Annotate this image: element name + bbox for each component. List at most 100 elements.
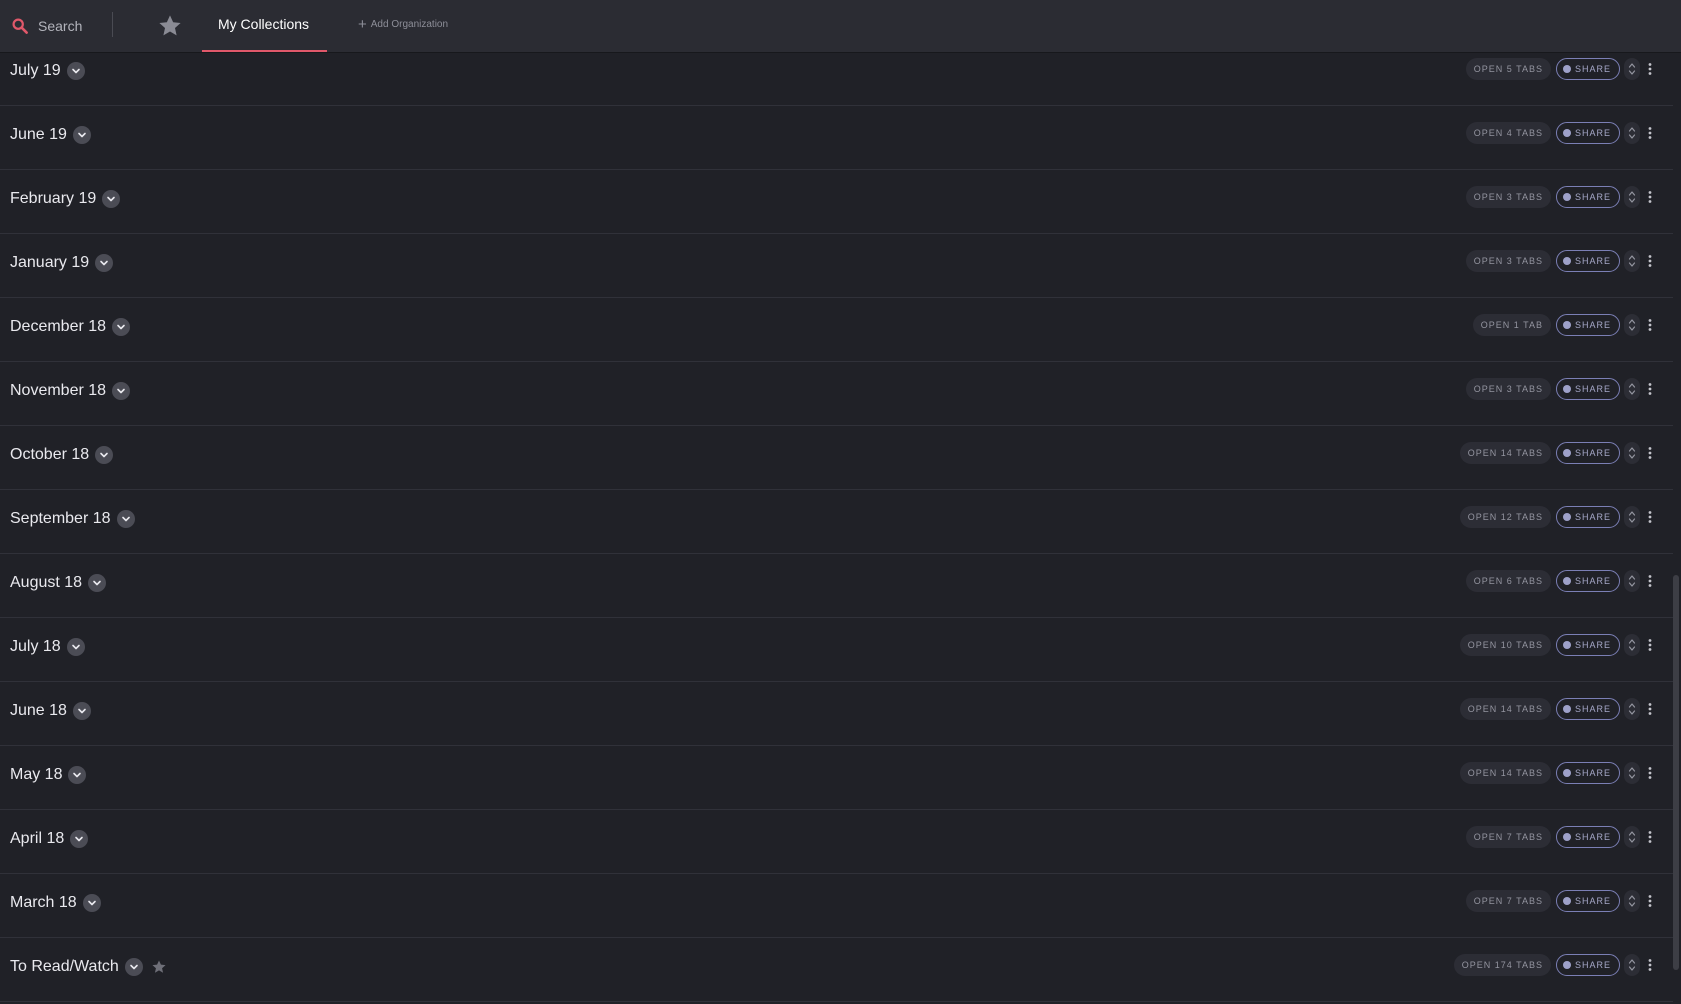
- reorder-button[interactable]: [1624, 250, 1640, 272]
- more-options-button[interactable]: [1643, 890, 1657, 912]
- expand-collection-button[interactable]: [82, 894, 101, 912]
- open-tabs-button[interactable]: OPEN 14 TABS: [1459, 442, 1551, 464]
- more-options-button[interactable]: [1643, 250, 1657, 272]
- reorder-button[interactable]: [1624, 954, 1640, 976]
- reorder-button[interactable]: [1624, 442, 1640, 464]
- expand-collection-button[interactable]: [88, 574, 107, 592]
- open-tabs-button[interactable]: OPEN 10 TABS: [1459, 634, 1551, 656]
- share-toggle-button[interactable]: SHARE: [1555, 826, 1620, 848]
- open-tabs-button[interactable]: OPEN 6 TABS: [1465, 570, 1551, 592]
- expand-collection-button[interactable]: [95, 254, 114, 272]
- open-tabs-button[interactable]: OPEN 7 TABS: [1465, 890, 1551, 912]
- reorder-button[interactable]: [1624, 890, 1640, 912]
- share-toggle-dot: [1562, 897, 1571, 905]
- collection-title[interactable]: June 18: [10, 702, 67, 720]
- collection-title[interactable]: September 18: [10, 510, 111, 528]
- expand-collection-button[interactable]: [66, 62, 85, 80]
- open-tabs-button[interactable]: OPEN 7 TABS: [1465, 826, 1551, 848]
- open-tabs-button[interactable]: OPEN 3 TABS: [1465, 186, 1551, 208]
- reorder-button[interactable]: [1624, 186, 1640, 208]
- open-tabs-button[interactable]: OPEN 5 TABS: [1465, 58, 1551, 80]
- share-toggle-button[interactable]: SHARE: [1555, 442, 1620, 464]
- share-toggle-button[interactable]: SHARE: [1555, 954, 1620, 976]
- open-tabs-button[interactable]: OPEN 12 TABS: [1459, 506, 1551, 528]
- expand-collection-button[interactable]: [72, 126, 91, 144]
- more-options-button[interactable]: [1643, 442, 1657, 464]
- collection-title[interactable]: May 18: [10, 766, 62, 784]
- more-options-button[interactable]: [1643, 314, 1657, 336]
- more-options-button[interactable]: [1643, 698, 1657, 720]
- collection-title[interactable]: December 18: [10, 318, 106, 336]
- open-tabs-button[interactable]: OPEN 14 TABS: [1459, 762, 1551, 784]
- more-options-button[interactable]: [1643, 826, 1657, 848]
- collection-title[interactable]: March 18: [10, 894, 77, 912]
- share-toggle-button[interactable]: SHARE: [1555, 570, 1620, 592]
- more-options-button[interactable]: [1643, 570, 1657, 592]
- share-toggle-button[interactable]: SHARE: [1555, 122, 1620, 144]
- reorder-button[interactable]: [1624, 378, 1640, 400]
- more-options-button[interactable]: [1643, 762, 1657, 784]
- tab-favorites[interactable]: [157, 13, 183, 39]
- share-toggle-button[interactable]: SHARE: [1555, 186, 1620, 208]
- collection-title[interactable]: January 19: [10, 254, 89, 272]
- expand-collection-button[interactable]: [70, 830, 89, 848]
- more-options-button[interactable]: [1643, 954, 1657, 976]
- expand-collection-button[interactable]: [66, 638, 85, 656]
- share-toggle-button[interactable]: SHARE: [1555, 250, 1620, 272]
- open-tabs-button[interactable]: OPEN 174 TABS: [1453, 954, 1551, 976]
- reorder-button[interactable]: [1624, 58, 1640, 80]
- collection-title[interactable]: April 18: [10, 830, 64, 848]
- search-button[interactable]: Search: [12, 14, 82, 38]
- expand-collection-button[interactable]: [112, 318, 131, 336]
- open-tabs-button[interactable]: OPEN 3 TABS: [1465, 250, 1551, 272]
- share-toggle-button[interactable]: SHARE: [1555, 58, 1620, 80]
- reorder-button[interactable]: [1624, 314, 1640, 336]
- collection-title[interactable]: August 18: [10, 574, 82, 592]
- share-toggle-button[interactable]: SHARE: [1555, 378, 1620, 400]
- more-options-button[interactable]: [1643, 58, 1657, 80]
- reorder-button[interactable]: [1624, 826, 1640, 848]
- share-toggle-button[interactable]: SHARE: [1555, 762, 1620, 784]
- expand-collection-button[interactable]: [112, 382, 131, 400]
- expand-collection-button[interactable]: [116, 510, 135, 528]
- share-toggle-button[interactable]: SHARE: [1555, 314, 1620, 336]
- open-tabs-button[interactable]: OPEN 3 TABS: [1465, 378, 1551, 400]
- favorite-star-icon[interactable]: [151, 959, 167, 975]
- more-options-button[interactable]: [1643, 634, 1657, 656]
- share-toggle-button[interactable]: SHARE: [1555, 506, 1620, 528]
- add-organization-button[interactable]: + Add Organization: [358, 17, 448, 32]
- open-tabs-button[interactable]: OPEN 1 TAB: [1472, 314, 1551, 336]
- collection-title[interactable]: October 18: [10, 446, 89, 464]
- more-options-button[interactable]: [1643, 186, 1657, 208]
- share-toggle-button[interactable]: SHARE: [1555, 890, 1620, 912]
- vertical-scrollbar[interactable]: [1673, 575, 1679, 970]
- share-toggle-button[interactable]: SHARE: [1555, 634, 1620, 656]
- collection-title[interactable]: November 18: [10, 382, 106, 400]
- reorder-button[interactable]: [1624, 762, 1640, 784]
- share-toggle-button[interactable]: SHARE: [1555, 698, 1620, 720]
- collection-title[interactable]: July 19: [10, 62, 61, 80]
- expand-collection-button[interactable]: [72, 702, 91, 720]
- collection-title[interactable]: February 19: [10, 190, 96, 208]
- reorder-button[interactable]: [1624, 570, 1640, 592]
- reorder-button[interactable]: [1624, 506, 1640, 528]
- expand-collection-button[interactable]: [102, 190, 121, 208]
- expand-collection-button[interactable]: [95, 446, 114, 464]
- collection-title[interactable]: June 19: [10, 126, 67, 144]
- share-label: SHARE: [1574, 64, 1611, 74]
- more-vertical-icon: [1648, 958, 1652, 972]
- more-options-button[interactable]: [1643, 122, 1657, 144]
- reorder-button[interactable]: [1624, 122, 1640, 144]
- tab-my-collections[interactable]: My Collections: [202, 0, 327, 52]
- expand-collection-button[interactable]: [68, 766, 87, 784]
- collection-title[interactable]: To Read/Watch: [10, 958, 119, 976]
- open-tabs-button[interactable]: OPEN 4 TABS: [1465, 122, 1551, 144]
- reorder-button[interactable]: [1624, 634, 1640, 656]
- collection-title[interactable]: July 18: [10, 638, 61, 656]
- reorder-button[interactable]: [1624, 698, 1640, 720]
- expand-collection-button[interactable]: [124, 958, 143, 976]
- more-options-button[interactable]: [1643, 378, 1657, 400]
- collection-row: March 18 OPEN 7 TABS SHARE: [0, 874, 1673, 938]
- open-tabs-button[interactable]: OPEN 14 TABS: [1459, 698, 1551, 720]
- more-options-button[interactable]: [1643, 506, 1657, 528]
